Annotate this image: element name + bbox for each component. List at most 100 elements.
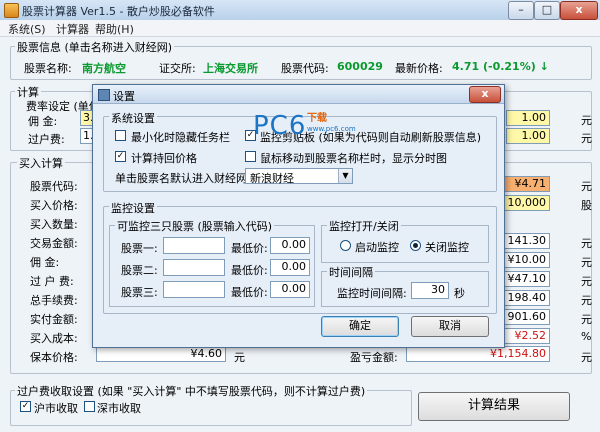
latest-price-label: 最新价格: (395, 62, 443, 75)
stock2-input[interactable] (163, 259, 225, 276)
stock-info-legend: 股票信息 (单击名称进入财经网) (15, 39, 175, 55)
stop-monitor-radio[interactable] (410, 240, 421, 251)
menu-help[interactable]: 帮助(H) (95, 21, 134, 37)
min-price-label: 最低价: (231, 264, 268, 277)
result-unit: 元 (581, 313, 592, 326)
rate-unit-1: 元 (581, 114, 592, 127)
sh-checkbox[interactable]: ✓ (20, 401, 31, 412)
interval-legend: 时间间隔 (327, 264, 375, 280)
sz-label: 深市收取 (97, 402, 141, 415)
sz-checkbox[interactable] (84, 401, 95, 412)
stock1-label: 股票一: (121, 242, 158, 255)
result-unit: 元 (581, 275, 592, 288)
title-bar: 股票计算器 Ver1.5 - 散户炒股必备软件 – □ x (0, 0, 600, 21)
result-field: ¥10.00 (504, 252, 550, 268)
app-icon (4, 3, 19, 18)
sh-label: 沪市收取 (34, 402, 78, 415)
result-field[interactable]: ¥4.71 (504, 176, 550, 192)
minimize-tray-checkbox[interactable] (115, 130, 126, 141)
calc-restore-checkbox[interactable]: ✓ (115, 151, 126, 162)
buy-label: 实付金额: (30, 313, 78, 326)
maximize-button[interactable]: □ (534, 1, 560, 20)
monitor-settings-legend: 监控设置 (109, 200, 157, 216)
watermark-sub: www.pc6.com (307, 125, 356, 133)
commission-label: 佣 金: (28, 115, 58, 128)
transfer-fee-label: 过户费: (28, 133, 65, 146)
stock3-label: 股票三: (121, 286, 158, 299)
default-site-select[interactable]: 新浪财经 ▼ (245, 168, 353, 185)
breakeven-unit: 元 (234, 351, 245, 364)
system-settings-legend: 系统设置 (109, 110, 157, 126)
buy-label: 交易金额: (30, 237, 78, 250)
stock2-min-price-input[interactable]: 0.00 (270, 259, 310, 276)
latest-price-value: 4.71 (-0.21%) ↓ (452, 60, 549, 73)
minimize-button[interactable]: – (508, 1, 534, 20)
exchange-value: 上海交易所 (203, 62, 258, 75)
cancel-button[interactable]: 取消 (411, 316, 489, 337)
window-title: 股票计算器 Ver1.5 - 散户炒股必备软件 (22, 5, 215, 18)
result-unit: 元 (581, 237, 592, 250)
profit-label: 盈亏金额: (350, 351, 398, 364)
pc6-watermark: PC6 下载 www.pc6.com (253, 111, 356, 141)
buy-label: 股票代码: (30, 180, 78, 193)
right-rate-field-1[interactable]: 1.00 (506, 110, 550, 126)
right-rate-field-2[interactable]: 1.00 (506, 128, 550, 144)
profit-field: ¥1,154.80 (406, 346, 550, 362)
transfer-settings-legend: 过户费收取设置 (如果 "买入计算" 中不填写股票代码，则不计算过户费) (15, 383, 368, 399)
mouse-hover-checkbox[interactable] (245, 151, 256, 162)
menu-calculator[interactable]: 计算器 (56, 21, 89, 37)
min-price-label: 最低价: (231, 242, 268, 255)
stop-monitor-label: 关闭监控 (425, 241, 469, 254)
watermark-small: 下载 (307, 113, 327, 124)
result-field: 901.60 (504, 309, 550, 325)
stock2-label: 股票二: (121, 264, 158, 277)
dialog-title-bar: 设置 x (93, 85, 504, 104)
minimize-tray-label: 最小化时隐藏任务栏 (131, 131, 230, 144)
stock-code-label: 股票代码: (281, 62, 329, 75)
three-stocks-legend: 可监控三只股票 (股票输入代码) (115, 218, 275, 234)
buy-label: 过 户 费: (30, 275, 74, 288)
chevron-down-icon: ▼ (338, 169, 352, 183)
result-field[interactable]: 10,000 (504, 195, 550, 211)
ok-button[interactable]: 确定 (321, 316, 399, 337)
calculate-button[interactable]: 计算结果 (418, 392, 570, 421)
buy-label: 买入价格: (30, 199, 78, 212)
menu-system[interactable]: 系统(S) (8, 21, 46, 37)
start-monitor-radio[interactable] (340, 240, 351, 251)
stock-code-value: 600029 (337, 60, 383, 73)
result-unit: 元 (581, 180, 592, 193)
min-price-label: 最低价: (231, 286, 268, 299)
mouse-hover-label: 鼠标移动到股票名称栏时，显示分时图 (260, 152, 447, 165)
stock1-input[interactable] (163, 237, 225, 254)
start-monitor-label: 启动监控 (355, 241, 399, 254)
exchange-label: 证交所: (159, 62, 196, 75)
buy-label: 总手续费: (30, 294, 78, 307)
menu-bar: 系统(S) 计算器 帮助(H) (0, 20, 600, 37)
buy-label: 买入数量: (30, 218, 78, 231)
interval-label: 监控时间间隔: (337, 287, 407, 300)
stock-name-label: 股票名称: (24, 62, 72, 75)
calc-restore-label: 计算持回价格 (131, 152, 197, 165)
stock3-input[interactable] (163, 281, 225, 298)
interval-input[interactable]: 30 (411, 282, 449, 299)
buy-label: 佣 金: (30, 256, 60, 269)
watermark-main: PC6 (253, 111, 307, 141)
breakeven-label: 保本价格: (30, 351, 78, 364)
breakeven-field: ¥4.60 (96, 346, 226, 362)
default-site-label: 单击股票名默认进入财经网: (115, 172, 251, 185)
monitor-switch-legend: 监控打开/关闭 (327, 218, 401, 234)
buy-calc-legend: 买入计算 (17, 155, 65, 171)
result-unit: 元 (581, 256, 592, 269)
result-unit: 股 (581, 199, 592, 212)
stock3-min-price-input[interactable]: 0.00 (270, 281, 310, 298)
result-field: ¥2.52 (504, 328, 550, 344)
dialog-title: 设置 (113, 90, 135, 103)
dialog-close-button[interactable]: x (469, 86, 501, 103)
result-field: ¥47.10 (504, 271, 550, 287)
stock1-min-price-input[interactable]: 0.00 (270, 237, 310, 254)
result-field: 198.40 (504, 290, 550, 306)
result-unit: 元 (581, 294, 592, 307)
close-button[interactable]: x (560, 1, 598, 20)
stock-name-link[interactable]: 南方航空 (82, 60, 126, 76)
profit-unit: 元 (581, 351, 592, 364)
